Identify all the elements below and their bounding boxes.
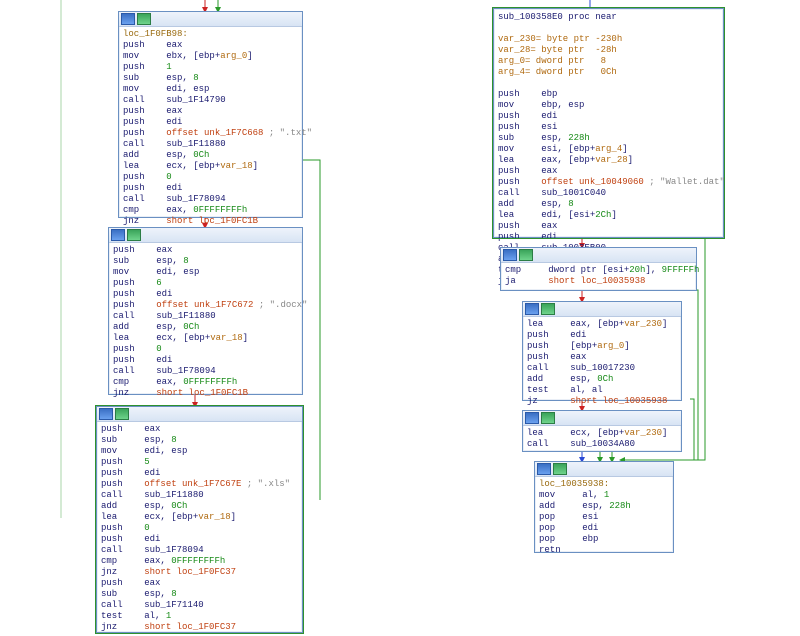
disasm-body[interactable]: push eax sub esp, 8 mov edi, esp push 5 … bbox=[97, 422, 302, 636]
view-hex-icon[interactable] bbox=[115, 408, 129, 420]
node-titlebar bbox=[109, 228, 302, 243]
node-titlebar bbox=[501, 248, 696, 263]
node-titlebar bbox=[119, 12, 302, 27]
disasm-body[interactable]: cmp dword ptr [esi+20h], 9FFFFFh ja shor… bbox=[501, 263, 696, 290]
view-hex-icon[interactable] bbox=[553, 463, 567, 475]
disasm-body[interactable]: loc_10035938: mov al, 1 add esp, 228h po… bbox=[535, 477, 673, 559]
disasm-body[interactable]: loc_1F0FB98: push eax mov ebx, [ebp+arg_… bbox=[119, 27, 302, 230]
block-right-b[interactable]: cmp dword ptr [esi+20h], 9FFFFFh ja shor… bbox=[500, 247, 697, 291]
block-left-b[interactable]: push eax sub esp, 8 mov edi, esp push 6 … bbox=[108, 227, 303, 395]
block-right-e[interactable]: loc_10035938: mov al, 1 add esp, 228h po… bbox=[534, 461, 674, 553]
view-graph-icon[interactable] bbox=[537, 463, 551, 475]
block-left-a[interactable]: loc_1F0FB98: push eax mov ebx, [ebp+arg_… bbox=[118, 11, 303, 218]
node-titlebar bbox=[535, 462, 673, 477]
view-graph-icon[interactable] bbox=[503, 249, 517, 261]
view-hex-icon[interactable] bbox=[127, 229, 141, 241]
view-hex-icon[interactable] bbox=[541, 303, 555, 315]
disasm-body[interactable]: lea eax, [ebp+var_230] push edi push [eb… bbox=[523, 317, 681, 410]
node-titlebar bbox=[523, 411, 681, 426]
node-titlebar bbox=[97, 407, 302, 422]
view-hex-icon[interactable] bbox=[137, 13, 151, 25]
disasm-body[interactable]: lea ecx, [ebp+var_230] call sub_10034A80 bbox=[523, 426, 681, 453]
block-right-c[interactable]: lea eax, [ebp+var_230] push edi push [eb… bbox=[522, 301, 682, 401]
view-graph-icon[interactable] bbox=[525, 412, 539, 424]
node-titlebar bbox=[523, 302, 681, 317]
view-hex-icon[interactable] bbox=[541, 412, 555, 424]
view-graph-icon[interactable] bbox=[111, 229, 125, 241]
view-hex-icon[interactable] bbox=[519, 249, 533, 261]
block-right-a[interactable]: sub_100358E0 proc near var_230= byte ptr… bbox=[493, 8, 724, 238]
block-left-c[interactable]: push eax sub esp, 8 mov edi, esp push 5 … bbox=[96, 406, 303, 633]
view-graph-icon[interactable] bbox=[121, 13, 135, 25]
block-right-d[interactable]: lea ecx, [ebp+var_230] call sub_10034A80 bbox=[522, 410, 682, 452]
disasm-body[interactable]: push eax sub esp, 8 mov edi, esp push 6 … bbox=[109, 243, 302, 402]
view-graph-icon[interactable] bbox=[525, 303, 539, 315]
view-graph-icon[interactable] bbox=[99, 408, 113, 420]
